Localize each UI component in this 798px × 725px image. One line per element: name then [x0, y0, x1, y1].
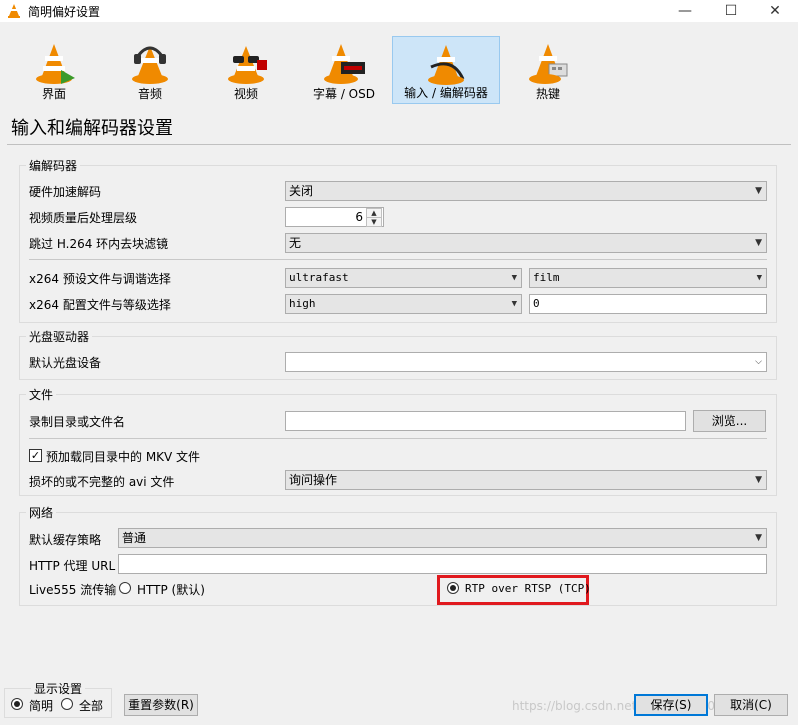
- http-proxy-label: HTTP 代理 URL: [29, 559, 116, 573]
- close-button[interactable]: ✕: [752, 0, 798, 22]
- disc-device-select[interactable]: ⌵: [285, 352, 767, 372]
- category-hotkeys[interactable]: 热键: [494, 36, 602, 104]
- spin-down-icon[interactable]: ▼: [366, 217, 382, 227]
- x264-tune-select[interactable]: film ▼: [529, 268, 767, 288]
- rtsp-radio-label: RTP over RTSP (TCP): [465, 582, 591, 595]
- disc-group-title: 光盘驱动器: [26, 328, 93, 345]
- chevron-down-icon: ▼: [511, 299, 517, 309]
- skip-h264-label: 跳过 H.264 环内去块滤镜: [29, 237, 169, 251]
- x264-profile-value: high: [289, 297, 316, 310]
- title-bar: 简明偏好设置 — ☐ ✕: [0, 0, 798, 22]
- codecs-group-title: 编解码器: [26, 157, 81, 174]
- cache-policy-label: 默认缓存策略: [29, 533, 102, 547]
- postproc-spinbox[interactable]: 6 ▲ ▼: [285, 207, 384, 227]
- category-subtitle-osd[interactable]: 字幕 / OSD: [290, 36, 398, 104]
- rtsp-radio[interactable]: [447, 582, 459, 594]
- simple-radio[interactable]: [11, 698, 23, 710]
- browse-button[interactable]: 浏览...: [693, 410, 766, 432]
- hw-decode-label: 硬件加速解码: [29, 185, 102, 199]
- category-label: 字幕 / OSD: [313, 87, 375, 101]
- section-title: 输入和编解码器设置: [11, 118, 173, 139]
- x264-preset-label: x264 预设文件与调谐选择: [29, 272, 171, 286]
- postproc-value: 6: [355, 210, 363, 224]
- record-label: 录制目录或文件名: [29, 415, 126, 429]
- chevron-down-icon: ▼: [755, 186, 762, 196]
- avi-select[interactable]: 询问操作 ▼: [285, 470, 767, 490]
- mkv-preload-checkbox[interactable]: ✓: [29, 449, 42, 462]
- chevron-down-icon: ▼: [755, 475, 762, 485]
- cone-glasses-icon: [228, 46, 267, 84]
- x264-level-input[interactable]: 0: [529, 294, 767, 314]
- x264-preset-select[interactable]: ultrafast ▼: [285, 268, 522, 288]
- x264-tune-value: film: [533, 271, 560, 284]
- codecs-separator: [29, 259, 767, 260]
- avi-label: 损坏的或不完整的 avi 文件: [29, 475, 175, 489]
- all-radio[interactable]: [61, 698, 73, 710]
- category-video[interactable]: 视频: [192, 36, 300, 104]
- cone-subtitle-icon: [324, 44, 365, 84]
- http-proxy-input[interactable]: [118, 554, 767, 574]
- avi-value: 询问操作: [289, 473, 338, 487]
- category-label: 界面: [41, 87, 66, 101]
- x264-preset-value: ultrafast: [289, 271, 349, 284]
- display-settings-title: 显示设置: [31, 680, 86, 697]
- category-input-codecs[interactable]: 输入 / 编解码器: [392, 36, 500, 104]
- live555-label: Live555 流传输: [29, 583, 117, 597]
- vlc-cone-icon: [6, 3, 22, 19]
- x264-profile-label: x264 配置文件与等级选择: [29, 298, 171, 312]
- category-interface[interactable]: 界面: [0, 36, 108, 104]
- disc-device-label: 默认光盘设备: [29, 356, 102, 370]
- maximize-button[interactable]: ☐: [708, 0, 754, 22]
- x264-profile-select[interactable]: high ▼: [285, 294, 522, 314]
- record-path-input[interactable]: [285, 411, 686, 431]
- cache-policy-select[interactable]: 普通 ▼: [118, 528, 767, 548]
- window-title: 简明偏好设置: [28, 5, 101, 19]
- chevron-down-icon: ⌵: [755, 357, 762, 367]
- category-label: 输入 / 编解码器: [404, 86, 488, 100]
- category-label: 音频: [137, 87, 162, 101]
- files-group-title: 文件: [26, 386, 57, 403]
- cone-cable-icon: [428, 45, 465, 85]
- chevron-down-icon: ▼: [511, 273, 517, 283]
- category-label: 视频: [233, 87, 258, 101]
- files-separator: [29, 438, 767, 439]
- postproc-label: 视频质量后处理层级: [29, 211, 138, 225]
- http-radio[interactable]: [119, 582, 131, 594]
- network-group-title: 网络: [26, 504, 57, 521]
- cone-interface-icon: [36, 44, 75, 84]
- mkv-preload-label: 预加载同目录中的 MKV 文件: [46, 450, 201, 464]
- section-divider: [7, 144, 791, 145]
- chevron-down-icon: ▼: [755, 533, 762, 543]
- cancel-button[interactable]: 取消(C): [714, 694, 788, 716]
- cone-hotkeys-icon: [529, 44, 568, 84]
- all-radio-label: 全部: [79, 699, 104, 713]
- save-button[interactable]: 保存(S): [634, 694, 708, 716]
- http-radio-label: HTTP (默认): [137, 583, 205, 597]
- category-label: 热键: [535, 87, 560, 101]
- skip-h264-value: 无: [289, 236, 302, 250]
- cone-headphones-icon: [132, 46, 168, 84]
- hw-decode-value: 关闭: [289, 184, 314, 198]
- cache-policy-value: 普通: [122, 531, 147, 545]
- chevron-down-icon: ▼: [756, 273, 762, 283]
- reset-button[interactable]: 重置参数(R): [124, 694, 198, 716]
- category-audio[interactable]: 音频: [96, 36, 204, 104]
- hw-decode-select[interactable]: 关闭 ▼: [285, 181, 767, 201]
- chevron-down-icon: ▼: [755, 238, 762, 248]
- minimize-button[interactable]: —: [662, 0, 708, 22]
- skip-h264-select[interactable]: 无 ▼: [285, 233, 767, 253]
- simple-radio-label: 简明: [29, 699, 54, 713]
